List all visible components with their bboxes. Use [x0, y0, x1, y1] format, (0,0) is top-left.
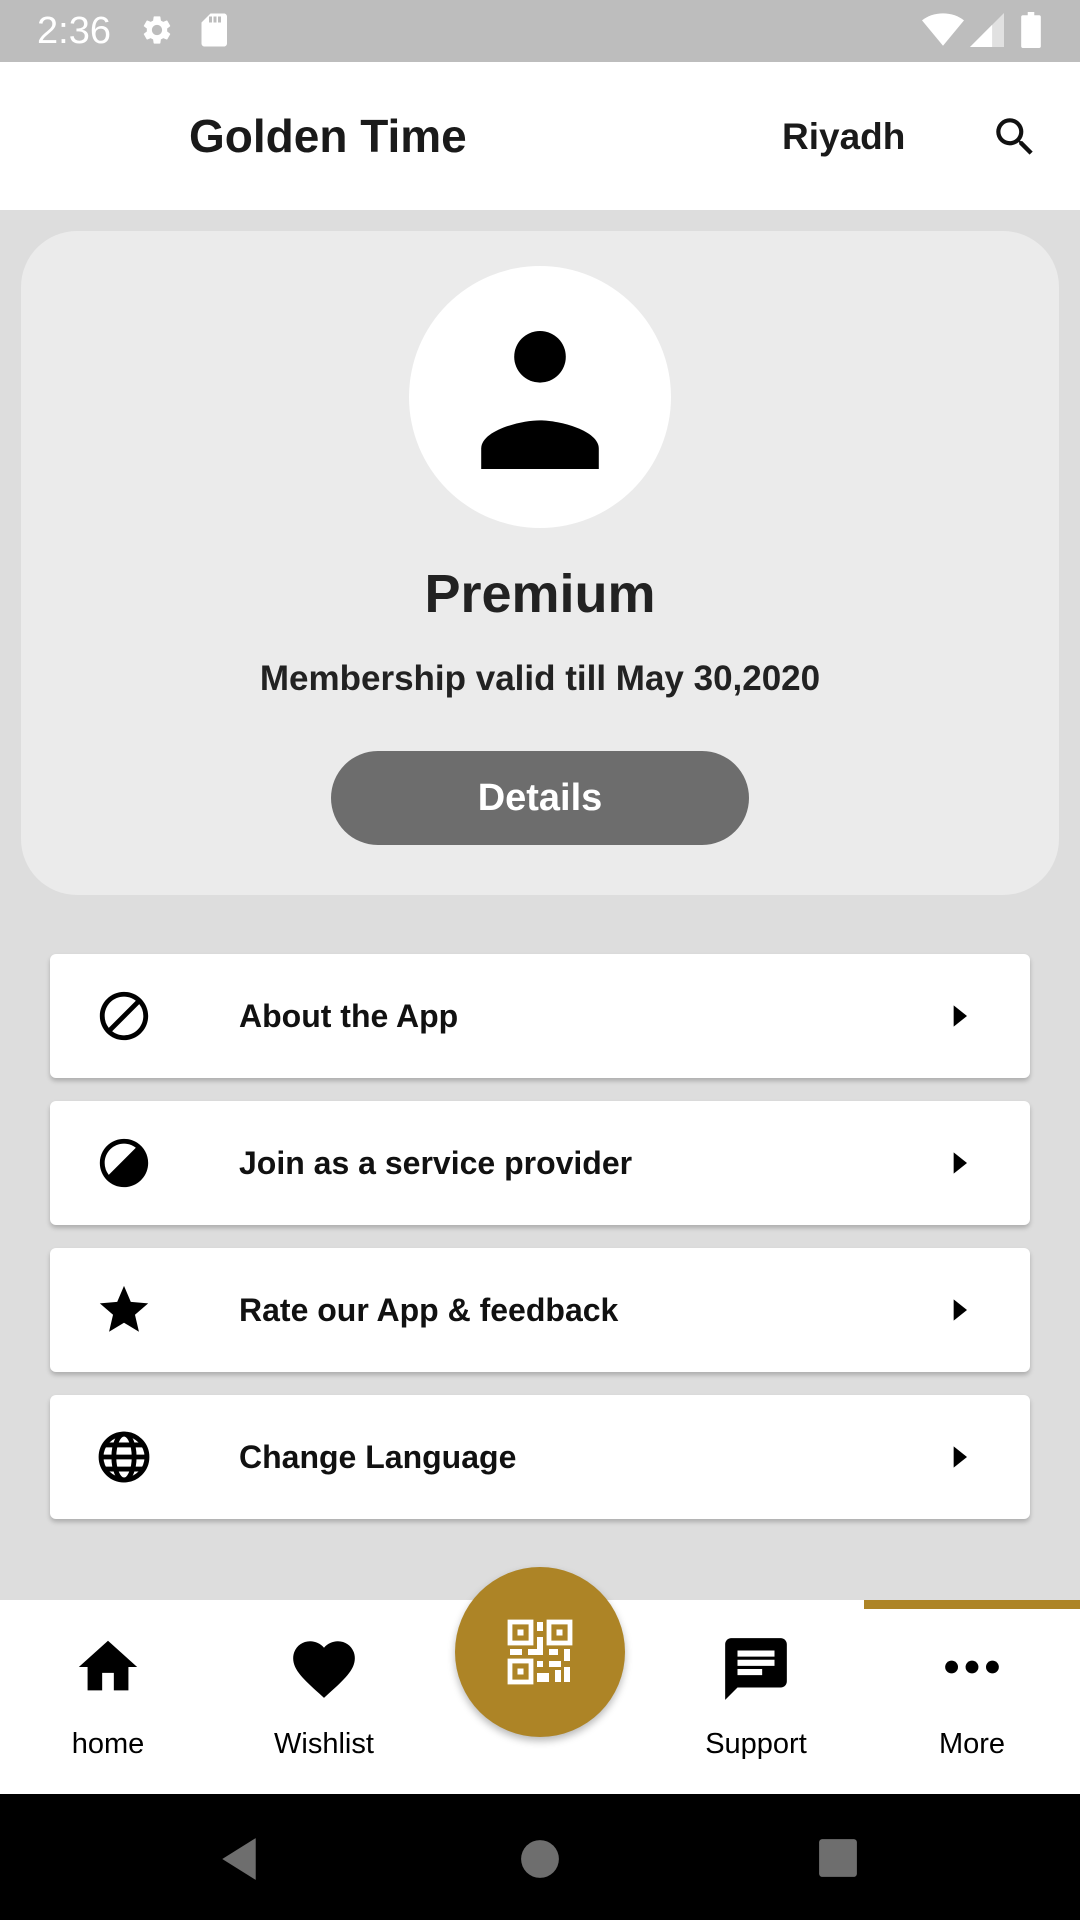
menu-item-about[interactable]: About the App — [50, 954, 1030, 1078]
wifi-icon — [922, 12, 964, 53]
menu-item-join-provider[interactable]: Join as a service provider — [50, 1101, 1030, 1225]
chevron-right-icon — [953, 1005, 967, 1027]
nav-support[interactable]: Support — [648, 1600, 864, 1794]
menu-item-label: Rate our App & feedback — [239, 1292, 619, 1328]
app-bar — [0, 62, 1080, 210]
app-title: Golden Time — [189, 110, 467, 162]
status-time: 2:36 — [37, 10, 111, 52]
block-icon — [99, 991, 149, 1041]
nav-label: Wishlist — [274, 1728, 374, 1760]
membership-tier: Premium — [424, 564, 656, 624]
person-icon — [481, 331, 599, 469]
membership-validity: Membership valid till May 30,2020 — [259, 659, 821, 698]
details-button[interactable]: Details — [331, 751, 749, 845]
home-circle-icon[interactable] — [519, 1838, 561, 1885]
city-selector[interactable]: Riyadh — [782, 114, 905, 160]
qr-code-icon — [507, 1619, 573, 1685]
menu-item-label: About the App — [239, 998, 459, 1034]
nav-label: home — [71, 1728, 145, 1760]
menu-item-label: Change Language — [239, 1439, 517, 1475]
star-icon — [99, 1285, 149, 1332]
chevron-right-icon — [953, 1152, 967, 1174]
battery-icon — [1020, 12, 1042, 53]
recents-square-icon[interactable] — [817, 1837, 859, 1884]
search-icon[interactable] — [990, 112, 1040, 162]
menu-item-label: Join as a service provider — [239, 1145, 633, 1181]
menu-item-rate-app[interactable]: Rate our App & feedback — [50, 1248, 1030, 1372]
avatar — [409, 266, 671, 528]
home-icon — [78, 1640, 138, 1691]
nav-home[interactable]: home — [0, 1600, 216, 1794]
nav-wishlist[interactable]: Wishlist — [216, 1600, 432, 1794]
chevron-right-icon — [953, 1446, 967, 1468]
heart-icon — [293, 1641, 355, 1698]
cell-signal-icon — [970, 12, 1004, 53]
chevron-right-icon — [953, 1299, 967, 1321]
settings-gear-icon — [140, 12, 174, 53]
more-horizontal-icon — [945, 1660, 999, 1674]
nav-label: Support — [705, 1728, 807, 1760]
nav-label: More — [938, 1728, 1006, 1760]
back-icon[interactable] — [218, 1836, 260, 1887]
chat-icon — [725, 1638, 787, 1700]
globe-icon — [98, 1431, 150, 1483]
nav-more[interactable]: More — [864, 1600, 1080, 1794]
qr-scan-button[interactable] — [455, 1567, 625, 1737]
sd-card-icon — [200, 12, 230, 53]
block-icon — [99, 1138, 149, 1188]
menu-item-change-language[interactable]: Change Language — [50, 1395, 1030, 1519]
